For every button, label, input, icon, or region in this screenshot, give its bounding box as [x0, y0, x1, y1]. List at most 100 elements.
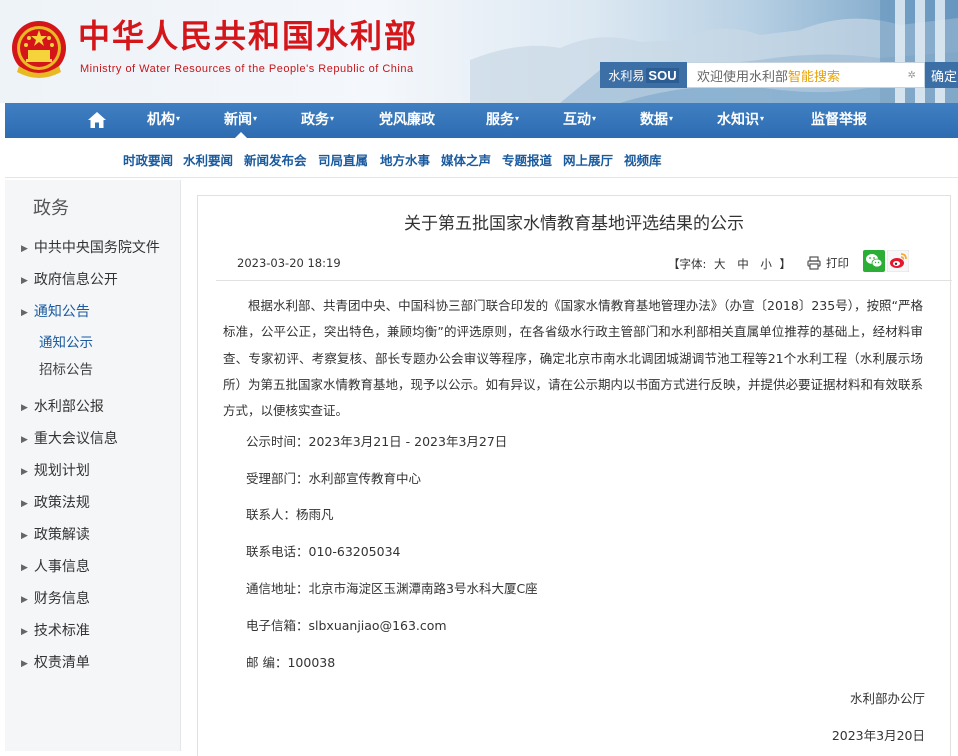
- sidebar-item[interactable]: ▶ 政策法规: [21, 492, 90, 512]
- article-title: 关于第五批国家水情教育基地评选结果的公示: [404, 214, 744, 234]
- article-signature-org: 水利部办公厅: [849, 691, 925, 706]
- sidebar-subitem[interactable]: 招标公告: [39, 358, 93, 378]
- sidebar-item-label: 权责清单: [33, 655, 90, 671]
- weibo-share-icon[interactable]: [887, 250, 909, 272]
- sidebar-item[interactable]: ▶ 财务信息: [21, 588, 90, 608]
- chevron-right-icon: ▶: [21, 435, 28, 445]
- nav-label: 监督举报: [811, 112, 867, 128]
- nav-item-jigou[interactable]: 机构▾: [147, 103, 180, 138]
- sidebar-item[interactable]: ▶ 规划计划: [21, 460, 90, 480]
- chevron-right-icon: ▶: [21, 403, 28, 413]
- article-info-line: 公示时间：2023年3月21日 - 2023年3月27日: [246, 434, 508, 449]
- nav-item-xinwen[interactable]: 新闻▾: [224, 103, 257, 138]
- sidebar-item-label: 水利部公报: [33, 399, 104, 415]
- nav-item-zhengwu[interactable]: 政务▾: [301, 103, 334, 138]
- sidebar-item[interactable]: ▶ 政府信息公开: [21, 269, 118, 289]
- clear-icon[interactable]: ✲: [908, 70, 916, 81]
- sidebar-subitem-active[interactable]: 通知公示: [39, 331, 93, 351]
- sidebar-item-active[interactable]: ▶ 通知公告: [21, 301, 90, 321]
- sidebar-item-label: 政策解读: [33, 527, 90, 543]
- font-size-control: 【字体: 大 中 小 】: [668, 256, 791, 272]
- sidebar-item-label: 政策法规: [33, 495, 90, 511]
- sidebar-item[interactable]: ▶ 政策解读: [21, 524, 90, 544]
- article-panel: 关于第五批国家水情教育基地评选结果的公示 2023-03-20 18:19 【字…: [197, 195, 952, 756]
- font-size-label: 【字体:: [668, 257, 707, 271]
- search-submit-button[interactable]: 确定: [925, 62, 958, 88]
- sidebar-item[interactable]: ▶ 水利部公报: [21, 396, 104, 416]
- site-subtitle: Ministry of Water Resources of the Peopl…: [80, 63, 414, 75]
- sidebar-item-label: 重大会议信息: [33, 431, 118, 447]
- chevron-right-icon: ▶: [21, 244, 28, 254]
- sidebar-item[interactable]: ▶ 重大会议信息: [21, 428, 118, 448]
- home-icon[interactable]: [87, 111, 107, 129]
- print-icon[interactable]: [807, 256, 821, 270]
- chevron-right-icon: ▶: [21, 467, 28, 477]
- print-button[interactable]: 打印: [826, 255, 849, 271]
- font-size-small[interactable]: 小: [760, 257, 772, 271]
- sidebar: 政务 ▶ 中共中央国务院文件 ▶ 政府信息公开 ▶ 通知公告 通知公示 招标公告 ▶ 水…: [5, 180, 181, 751]
- sidebar-item-label: 技术标准: [33, 623, 90, 639]
- nav-label: 政务: [301, 112, 329, 128]
- search-brand-label: 水利易: [608, 68, 645, 83]
- nav-item-shuizhishi[interactable]: 水知识▾: [717, 103, 764, 138]
- chevron-right-icon: ▶: [21, 627, 28, 637]
- search-bar: 水利易 SOU 欢迎使用水利部 智能搜索 ✲ 确定: [600, 62, 958, 88]
- article-body: 根据水利部、共青团中央、中国科协三部门联合印发的《国家水情教育基地管理办法》（办…: [223, 293, 923, 424]
- article-info-line: 通信地址：北京市海淀区玉渊潭南路3号水科大厦C座: [246, 581, 538, 596]
- subnav-item[interactable]: 水利要闻: [183, 150, 233, 169]
- nav-label: 党风廉政: [379, 112, 435, 128]
- sidebar-item-label: 财务信息: [33, 591, 90, 607]
- font-size-medium[interactable]: 中: [737, 257, 749, 271]
- chevron-down-icon: ▾: [669, 114, 674, 123]
- nav-item-dangfeng[interactable]: 党风廉政: [379, 103, 435, 138]
- subnav-item[interactable]: 新闻发布会: [244, 150, 307, 169]
- font-size-large[interactable]: 大: [714, 257, 726, 271]
- sidebar-item-label: 政府信息公开: [33, 272, 118, 288]
- subnav-item[interactable]: 视频库: [624, 150, 662, 169]
- font-size-close: 】: [779, 257, 792, 271]
- sub-nav: 时政要闻 水利要闻 新闻发布会 司局直属 地方水事 媒体之声 专题报道 网上展厅…: [5, 138, 958, 178]
- chevron-right-icon: ▶: [21, 276, 28, 286]
- search-brand: 水利易 SOU: [600, 62, 687, 88]
- chevron-down-icon: ▾: [330, 114, 335, 123]
- nav-item-hudong[interactable]: 互动▾: [563, 103, 596, 138]
- subnav-item[interactable]: 时政要闻: [123, 150, 173, 169]
- nav-label: 数据: [640, 112, 668, 128]
- nav-label: 水知识: [717, 112, 759, 128]
- site-header: 中华人民共和国水利部 Ministry of Water Resources o…: [0, 0, 958, 103]
- article-divider: [216, 280, 952, 281]
- search-input[interactable]: 欢迎使用水利部 智能搜索 ✲: [687, 62, 925, 88]
- subnav-item[interactable]: 媒体之声: [441, 150, 491, 169]
- sidebar-item-label: 规划计划: [33, 463, 90, 479]
- subnav-item[interactable]: 网上展厅: [563, 150, 613, 169]
- chevron-right-icon: ▶: [21, 499, 28, 509]
- nav-label: 机构: [147, 112, 175, 128]
- subnav-item[interactable]: 地方水事: [380, 150, 430, 169]
- article-info-line: 联系电话：010-63205034: [246, 544, 401, 559]
- nav-label: 互动: [563, 112, 591, 128]
- article-date: 2023-03-20 18:19: [237, 256, 341, 270]
- article-info-line: 联系人：杨雨凡: [246, 507, 334, 522]
- sidebar-item-label: 通知公告: [33, 304, 90, 320]
- nav-item-fuwu[interactable]: 服务▾: [486, 103, 519, 138]
- chevron-right-icon: ▶: [21, 308, 28, 318]
- nav-item-jiandu[interactable]: 监督举报: [811, 103, 867, 138]
- chevron-down-icon: ▾: [176, 114, 181, 123]
- sidebar-item-label: 中共中央国务院文件: [33, 240, 160, 256]
- sidebar-item[interactable]: ▶ 技术标准: [21, 620, 90, 640]
- main-nav: 机构▾ 新闻▾ 政务▾ 党风廉政 服务▾ 互动▾ 数据▾ 水知识▾ 监督举报: [5, 103, 958, 138]
- sidebar-item[interactable]: ▶ 中共中央国务院文件: [21, 237, 160, 257]
- chevron-right-icon: ▶: [21, 531, 28, 541]
- nav-item-shuju[interactable]: 数据▾: [640, 103, 673, 138]
- sidebar-item[interactable]: ▶ 人事信息: [21, 556, 90, 576]
- subnav-item[interactable]: 专题报道: [502, 150, 552, 169]
- subnav-item[interactable]: 司局直属: [318, 150, 368, 169]
- site-title: 中华人民共和国水利部: [78, 17, 419, 55]
- article-signature-date: 2023年3月20日: [831, 728, 925, 743]
- wechat-share-icon[interactable]: [863, 250, 885, 272]
- chevron-right-icon: ▶: [21, 595, 28, 605]
- chevron-down-icon: ▾: [592, 114, 597, 123]
- article-info-line: 受理部门：水利部宣传教育中心: [246, 471, 422, 486]
- article-paragraph: 根据水利部、共青团中央、中国科协三部门联合印发的《国家水情教育基地管理办法》（办…: [223, 298, 924, 419]
- sidebar-item[interactable]: ▶ 权责清单: [21, 652, 90, 672]
